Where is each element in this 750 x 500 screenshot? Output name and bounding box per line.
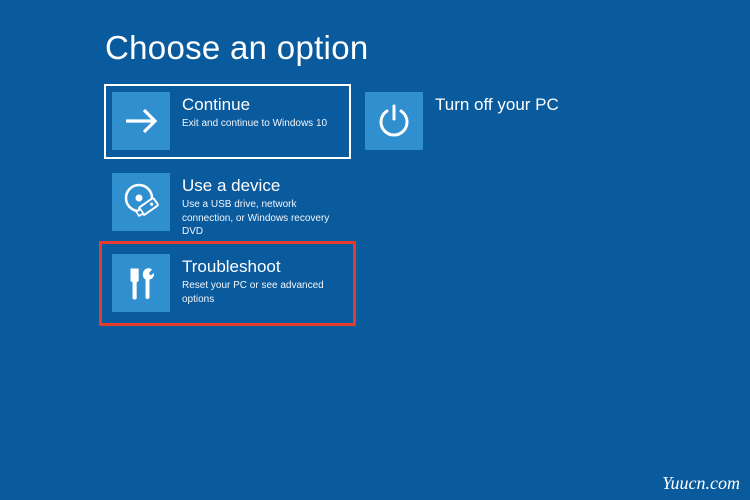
- turnoff-title: Turn off your PC: [435, 95, 559, 115]
- usedevice-tile[interactable]: Use a device Use a USB drive, network co…: [105, 166, 350, 239]
- continue-title: Continue: [182, 95, 327, 115]
- disc-usb-icon: [112, 173, 170, 231]
- troubleshoot-desc: Reset your PC or see advanced options: [182, 279, 342, 306]
- turnoff-tile[interactable]: Turn off your PC: [358, 85, 603, 158]
- continue-text: Continue Exit and continue to Windows 10: [170, 85, 335, 158]
- tiles-container: Continue Exit and continue to Windows 10…: [105, 85, 603, 328]
- power-icon: [365, 92, 423, 150]
- turnoff-text: Turn off your PC: [423, 85, 567, 158]
- tile-row-2: Use a device Use a USB drive, network co…: [105, 166, 603, 239]
- continue-desc: Exit and continue to Windows 10: [182, 117, 327, 131]
- arrow-right-icon: [112, 92, 170, 150]
- continue-tile[interactable]: Continue Exit and continue to Windows 10: [105, 85, 350, 158]
- tile-row-3: Troubleshoot Reset your PC or see advanc…: [105, 247, 603, 320]
- watermark: Yuucn.com: [662, 473, 740, 494]
- page-title: Choose an option: [105, 29, 369, 67]
- troubleshoot-text: Troubleshoot Reset your PC or see advanc…: [170, 247, 350, 320]
- usedevice-text: Use a device Use a USB drive, network co…: [170, 166, 350, 239]
- usedevice-title: Use a device: [182, 176, 342, 196]
- tile-row-1: Continue Exit and continue to Windows 10…: [105, 85, 603, 158]
- troubleshoot-title: Troubleshoot: [182, 257, 342, 277]
- troubleshoot-tile[interactable]: Troubleshoot Reset your PC or see advanc…: [105, 247, 350, 320]
- usedevice-desc: Use a USB drive, network connection, or …: [182, 198, 342, 239]
- tools-icon: [112, 254, 170, 312]
